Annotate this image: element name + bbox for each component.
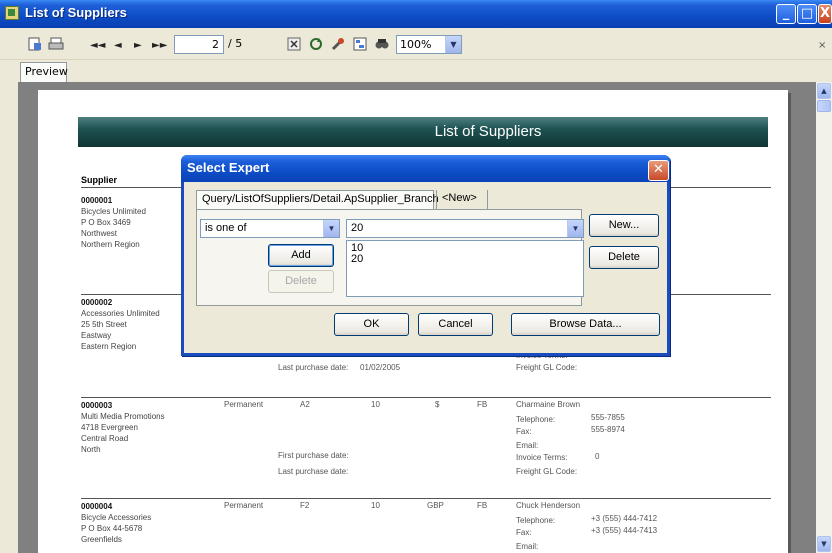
browse-data-button[interactable]: Browse Data... [511, 313, 660, 336]
freight-label: Freight GL Code: [516, 467, 578, 476]
select-expert-dialog: Select Expert ✕ Query/ListOfSuppliers/De… [181, 155, 670, 356]
supplier-type: Permanent [224, 501, 264, 510]
zoom-select[interactable]: 100% ▼ [396, 35, 462, 54]
contact-name: Chuck Henderson [516, 501, 581, 510]
supplier-fb: FB [477, 501, 488, 510]
supplier-record: 0000003 Multi Media Promotions 4718 Ever… [81, 401, 165, 454]
scroll-thumb[interactable] [817, 100, 831, 112]
fax-label: Fax: [516, 528, 532, 537]
supplier-type: Permanent [224, 400, 264, 409]
last-purchase-label: Last purchase date: [278, 467, 349, 476]
freight-label: Freight GL Code: [516, 363, 578, 372]
chevron-down-icon[interactable]: ▼ [323, 220, 339, 237]
search-icon[interactable] [374, 36, 390, 52]
divider [81, 397, 771, 398]
invoice-terms-value: 0 [595, 452, 600, 461]
refresh-icon[interactable] [308, 36, 324, 52]
app-icon [5, 6, 19, 20]
new-button[interactable]: New... [589, 214, 659, 237]
print-icon[interactable] [48, 36, 64, 52]
email-label: Email: [516, 441, 539, 450]
scroll-down-icon[interactable]: ▼ [817, 536, 831, 552]
divider [81, 498, 771, 499]
next-page-button[interactable]: ► [134, 40, 142, 51]
supplier-record: 0000004 Bicycle Accessories P O Box 44-5… [81, 502, 152, 544]
supplier-currency: $ [435, 400, 440, 409]
last-purchase-label: Last purchase date: [278, 363, 349, 372]
supplier-code: A2 [300, 400, 310, 409]
zoom-value: 100% [400, 38, 432, 51]
operator-select[interactable]: is one of ▼ [200, 219, 340, 238]
tab-field-query[interactable]: Query/ListOfSuppliers/Detail.ApSupplier_… [196, 190, 439, 210]
close-window-button[interactable]: X [818, 4, 832, 24]
tools-icon[interactable] [330, 36, 346, 52]
fax-value: +3 (555) 444-7413 [591, 526, 658, 535]
supplier-code: F2 [300, 501, 310, 510]
minimize-button[interactable]: _ [776, 4, 796, 24]
vertical-scrollbar[interactable]: ▲ ▼ [816, 82, 832, 553]
add-button[interactable]: Add [268, 244, 334, 267]
prev-page-button[interactable]: ◄ [114, 40, 122, 51]
report-banner-title: List of Suppliers [78, 117, 768, 147]
telephone-value: 555-7855 [591, 413, 625, 422]
group-tree-icon[interactable] [352, 36, 368, 52]
scroll-up-icon[interactable]: ▲ [817, 83, 831, 99]
supplier-days: 10 [371, 400, 380, 409]
delete-button[interactable]: Delete [589, 246, 659, 269]
tab-preview[interactable]: Preview [20, 62, 68, 82]
selected-values-list[interactable]: 10 20 [346, 240, 584, 297]
window-title: List of Suppliers [25, 5, 127, 20]
tab-strip [0, 60, 832, 82]
cancel-button[interactable]: Cancel [418, 313, 493, 336]
supplier-days: 10 [371, 501, 380, 510]
email-label: Email: [516, 542, 539, 551]
first-purchase-label: First purchase date: [278, 451, 349, 460]
stop-icon[interactable] [286, 36, 302, 52]
dialog-close-button[interactable]: ✕ [648, 160, 669, 181]
list-item[interactable]: 10 [351, 243, 579, 254]
telephone-label: Telephone: [516, 415, 556, 424]
ok-button[interactable]: OK [334, 313, 409, 336]
maximize-button[interactable]: □ [797, 4, 817, 24]
page-number-input[interactable]: 2 [174, 35, 224, 54]
chevron-down-icon[interactable]: ▼ [567, 220, 583, 237]
close-report-icon[interactable]: × [818, 40, 826, 51]
export-icon[interactable] [27, 36, 43, 52]
last-page-button[interactable]: ►► [152, 40, 167, 51]
fax-value: 555-8974 [591, 425, 625, 434]
supplier-currency: GBP [427, 501, 444, 510]
value-select[interactable]: 20 ▼ [346, 219, 584, 238]
supplier-fb: FB [477, 400, 488, 409]
supplier-record: 0000001 Bicycles Unlimited P O Box 3469 … [81, 196, 146, 249]
page-total: / 5 [228, 37, 243, 50]
window-title-bar: List of Suppliers _ □ X [0, 0, 832, 28]
tab-new[interactable]: <New> [436, 190, 488, 210]
first-page-button[interactable]: ◄◄ [90, 40, 105, 51]
chevron-down-icon[interactable]: ▼ [445, 36, 461, 53]
list-item[interactable]: 20 [351, 254, 579, 265]
telephone-label: Telephone: [516, 516, 556, 525]
column-header-supplier: Supplier [81, 175, 118, 185]
contact-name: Charmaine Brown [516, 400, 581, 409]
dialog-title: Select Expert [181, 155, 670, 182]
supplier-record: 0000002 Accessories Unlimited 25 5th Str… [81, 298, 160, 351]
last-purchase-value: 01/02/2005 [360, 363, 401, 372]
telephone-value: +3 (555) 444-7412 [591, 514, 658, 523]
fax-label: Fax: [516, 427, 532, 436]
invoice-terms-label: Invoice Terms: [516, 453, 568, 462]
delete-value-button[interactable]: Delete [268, 270, 334, 293]
